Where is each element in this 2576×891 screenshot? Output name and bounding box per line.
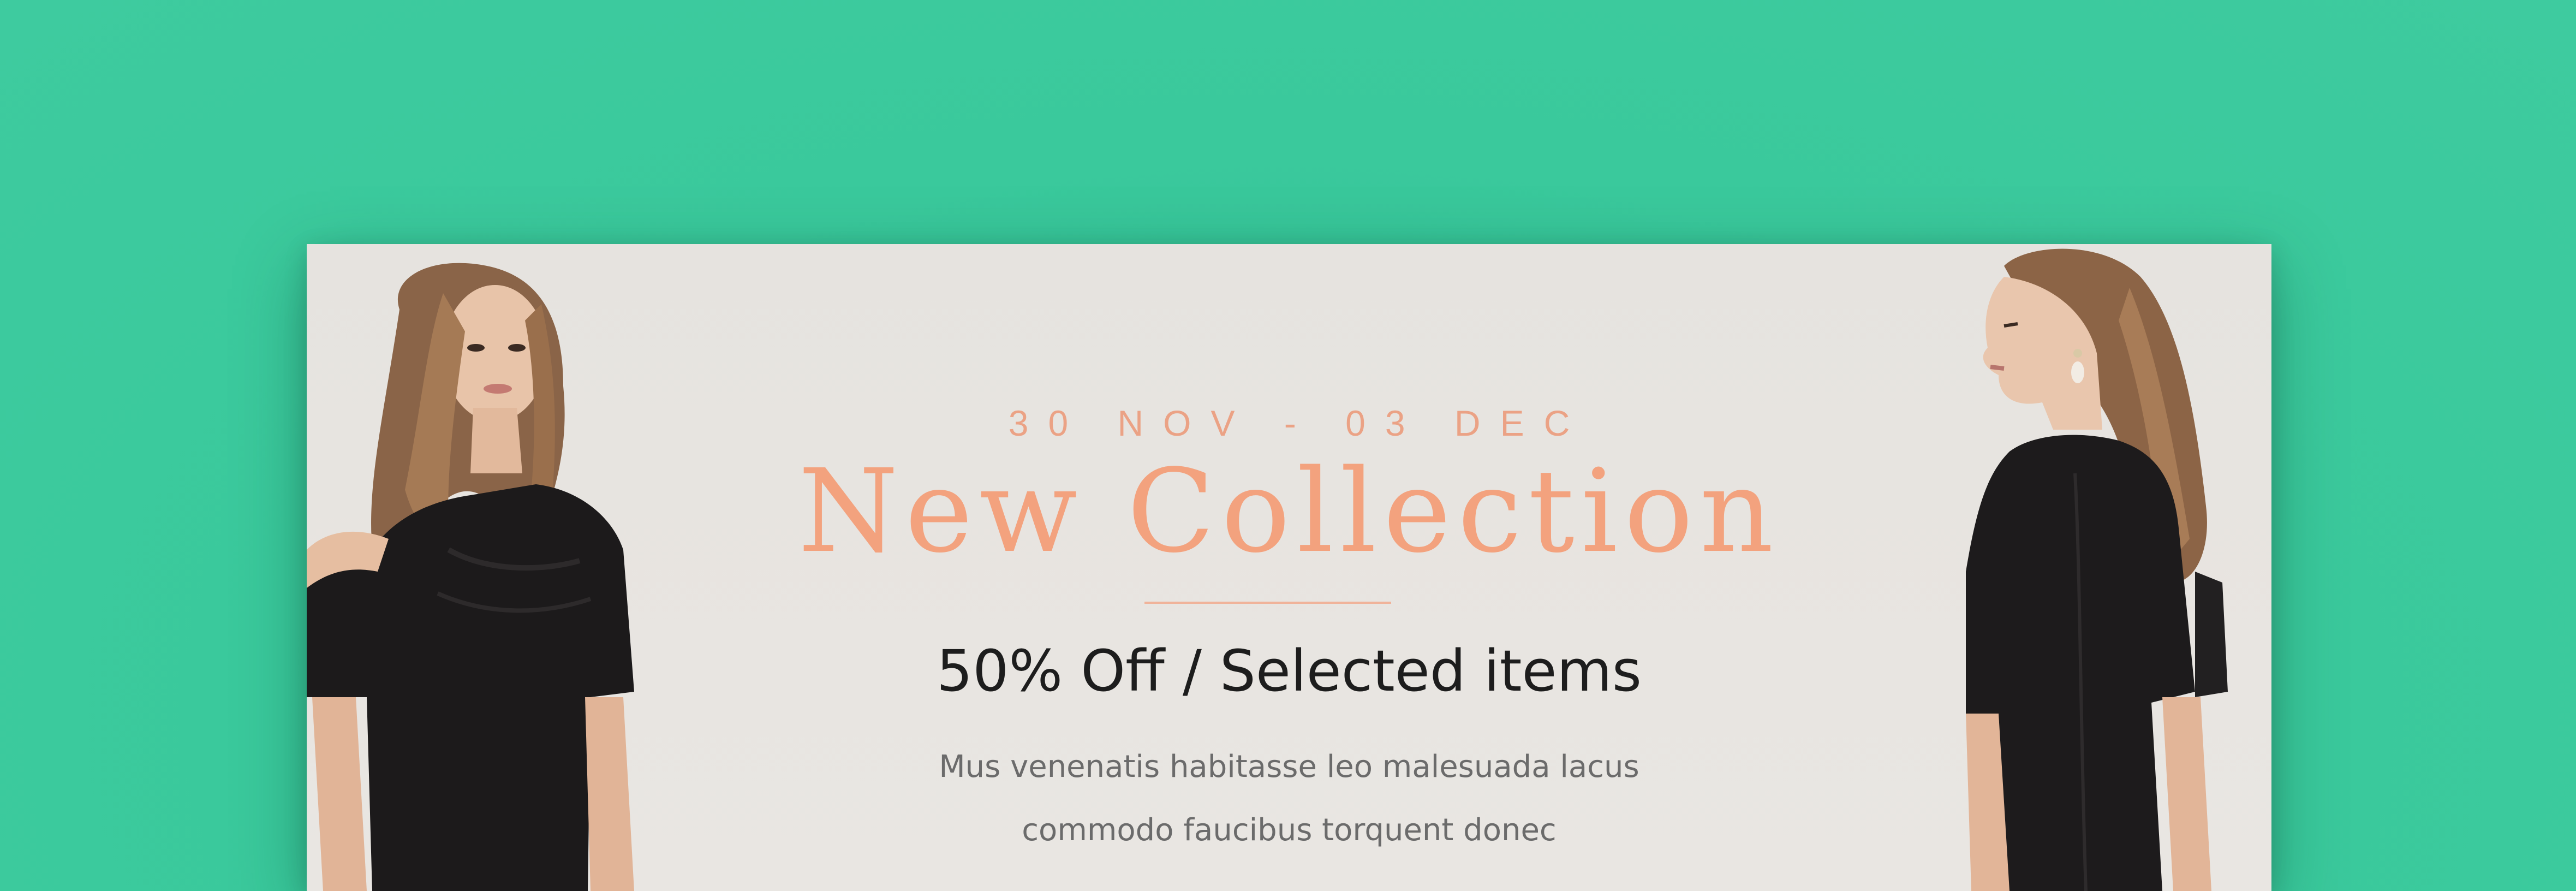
promo-banner: 30 NOV - 03 DEC New Collection 50% Off /… — [307, 244, 2271, 891]
title-divider — [1144, 602, 1391, 604]
discount-subtitle: 50% Off / Selected items — [937, 638, 1642, 704]
description-line-2: commodo faucibus torquent donec — [1022, 812, 1557, 848]
event-date: 30 NOV - 03 DEC — [1008, 403, 1590, 443]
description-line-1: Mus venenatis habitasse leo malesuada la… — [939, 749, 1639, 785]
collection-title: New Collection — [798, 444, 1780, 578]
description-text: Mus venenatis habitasse leo malesuada la… — [307, 735, 2271, 862]
